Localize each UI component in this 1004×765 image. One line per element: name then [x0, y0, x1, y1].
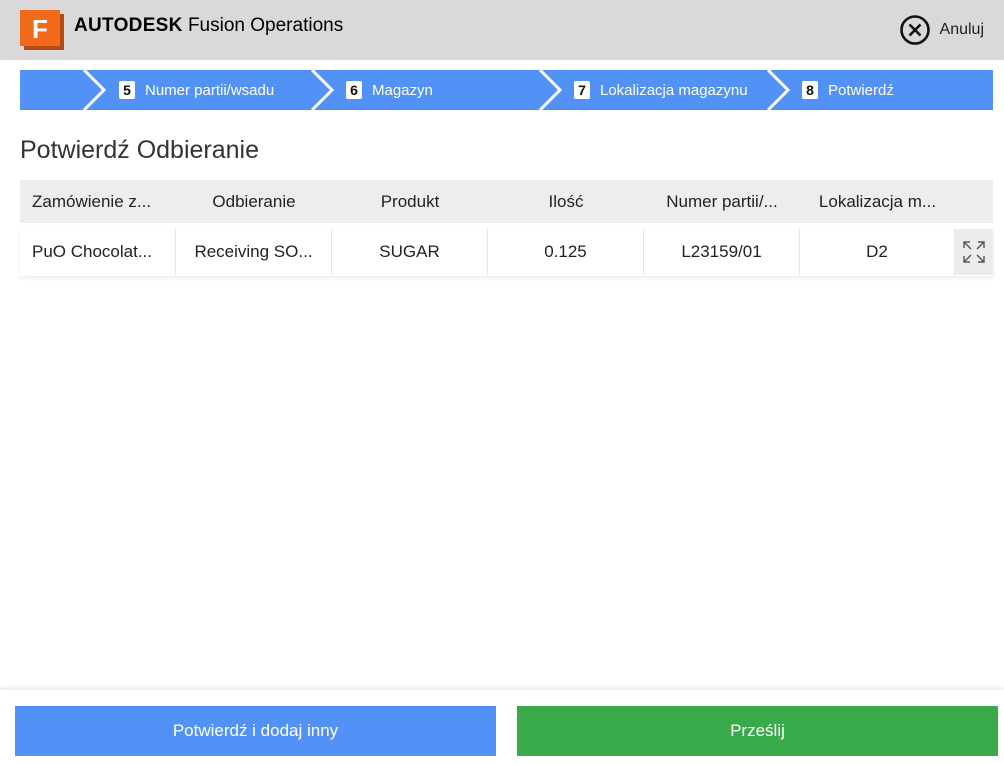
- brand-name: AUTODESK: [74, 15, 183, 36]
- step-label: Potwierdź: [828, 81, 894, 99]
- receiving-table: Zamówienie z... Odbieranie Produkt Ilość…: [20, 180, 993, 276]
- action-footer: Potwierdź i dodaj inny Prześlij: [0, 690, 1004, 765]
- step-breadcrumb: 5 Numer partii/wsadu 6 Magazyn 7 Lokaliz…: [20, 70, 993, 110]
- step-warehouse-location[interactable]: 7 Lokalizacja magazynu: [574, 70, 748, 110]
- confirm-and-add-button[interactable]: Potwierdź i dodaj inny: [15, 706, 496, 756]
- step-label: Lokalizacja magazynu: [600, 81, 748, 99]
- step-number: 7: [574, 81, 590, 99]
- cell-quantity: 0.125: [488, 229, 644, 275]
- cell-product: SUGAR: [332, 229, 488, 275]
- page-title: Potwierdź Odbieranie: [20, 136, 260, 164]
- cell-receiving: Receiving SO...: [176, 229, 332, 275]
- step-number: 5: [119, 81, 135, 99]
- cancel-label: Anuluj: [939, 21, 984, 38]
- column-header[interactable]: Produkt: [332, 192, 488, 212]
- column-header[interactable]: Zamówienie z...: [20, 192, 176, 212]
- column-header[interactable]: Ilość: [488, 192, 644, 212]
- product-name: Fusion Operations: [187, 15, 344, 36]
- fusion-logo-icon: F: [20, 10, 64, 50]
- step-warehouse[interactable]: 6 Magazyn: [346, 70, 433, 110]
- step-label: Numer partii/wsadu: [145, 81, 275, 99]
- column-header[interactable]: Numer partii/...: [644, 192, 800, 212]
- expand-row-button[interactable]: [955, 229, 993, 275]
- app-header: F AUTODESK Fusion Operations Anuluj: [0, 0, 1004, 60]
- cell-batch-number: L23159/01: [644, 229, 800, 275]
- column-header[interactable]: Lokalizacja m...: [800, 192, 955, 212]
- cell-location: D2: [800, 229, 955, 275]
- step-confirm[interactable]: 8 Potwierdź: [802, 70, 894, 110]
- expand-icon: [963, 241, 985, 263]
- step-batch-number[interactable]: 5 Numer partii/wsadu: [119, 70, 274, 110]
- app-title: AUTODESK Fusion Operations: [74, 15, 343, 37]
- table-row[interactable]: PuO Chocolat... Receiving SO... SUGAR 0.…: [20, 228, 993, 276]
- close-circle-icon: [899, 15, 930, 45]
- submit-button[interactable]: Prześlij: [517, 706, 998, 756]
- step-number: 8: [802, 81, 818, 99]
- step-number: 6: [346, 81, 362, 99]
- cancel-button[interactable]: Anuluj: [899, 14, 984, 46]
- column-header[interactable]: Odbieranie: [176, 192, 332, 212]
- cell-order: PuO Chocolat...: [20, 229, 176, 275]
- step-label: Magazyn: [372, 81, 433, 99]
- table-header: Zamówienie z... Odbieranie Produkt Ilość…: [20, 180, 993, 223]
- svg-text:F: F: [32, 14, 48, 44]
